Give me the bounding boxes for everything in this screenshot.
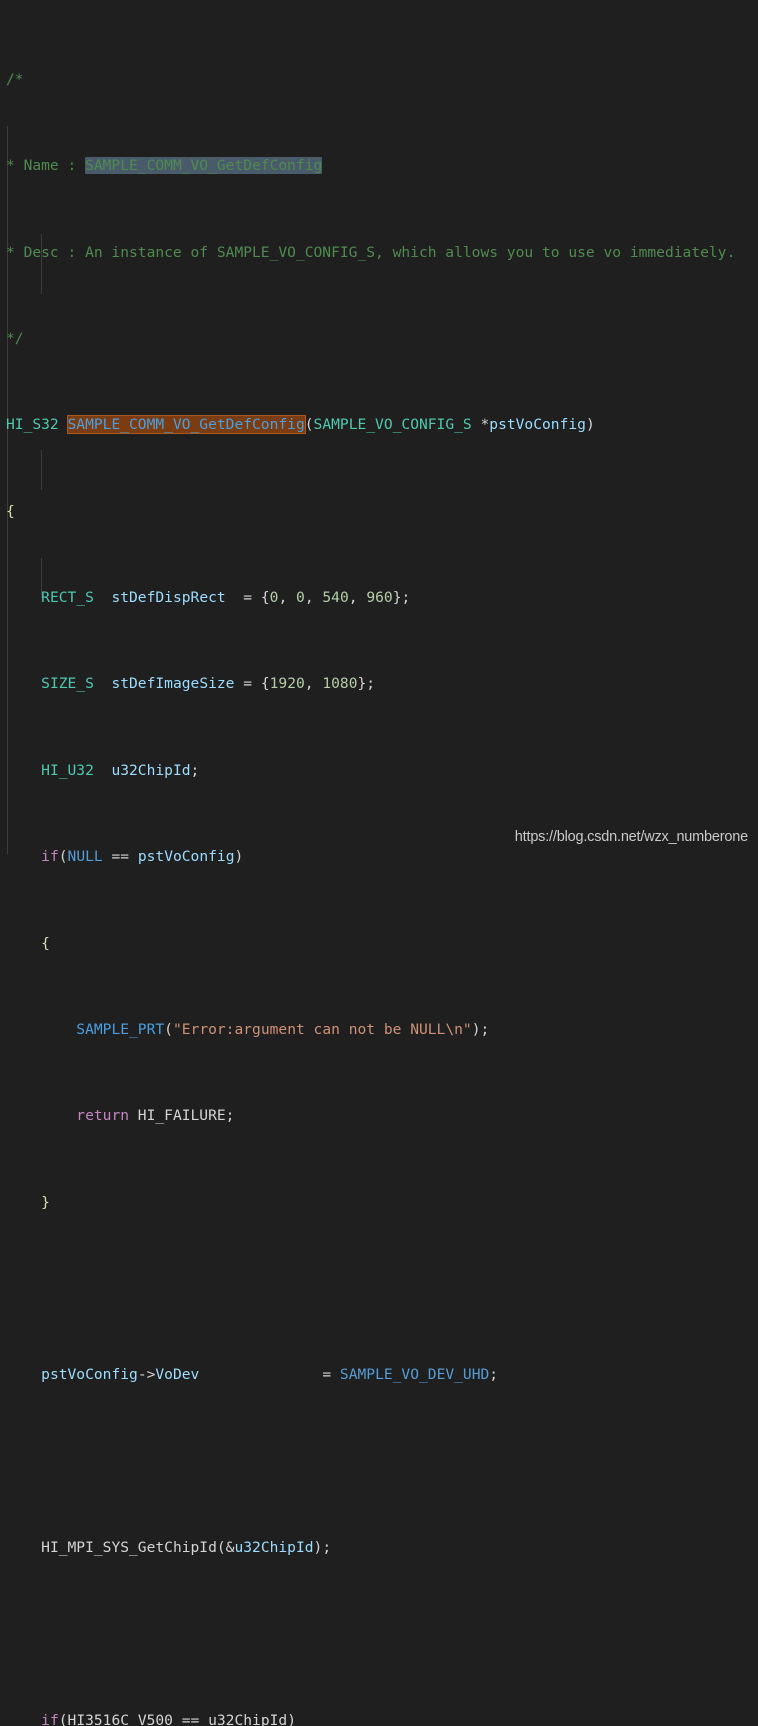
blank [6,1626,15,1643]
comment-block-open: /* [6,70,24,88]
brace-open-function: { [6,502,15,520]
comma3: , [348,589,367,607]
comma1: , [304,675,323,693]
paren-open: ( [58,1711,68,1726]
image-height: 1080 [322,675,358,693]
arg-u32chipid: u32ChipId [234,1539,314,1557]
call-sample-prt: SAMPLE_PRT [76,1020,165,1038]
assign-operator: = [322,1366,340,1384]
keyword-if: if [41,1711,59,1726]
code-line-18[interactable]: HI_MPI_SYS_GetChipId(&u32ChipId); [0,1537,758,1559]
call-get-chip-id: HI_MPI_SYS_GetChipId [41,1539,217,1557]
decl-name-stdefdisprect: stDefDispRect [111,589,226,607]
arrow-operator: -> [137,1366,156,1384]
watermark-blog-url: https://blog.csdn.net/wzx_numberone [514,829,748,845]
code-editor-surface[interactable]: /* * Name : SAMPLE_COMM_VO_GetDefConfig … [0,0,758,1726]
keyword-return: return [76,1107,130,1125]
comment-block-close: */ [6,329,24,347]
code-line-3[interactable]: * Desc : An instance of SAMPLE_VO_CONFIG… [0,242,758,264]
string-error-message: "Error:argument can not be NULL\n" [172,1020,472,1038]
assign-brace-open: = { [234,589,270,607]
paren-close: ) [287,1711,296,1726]
paren-open: ( [304,416,314,434]
code-line-1[interactable]: /* [0,69,758,91]
return-type: HI_S32 [6,416,59,434]
condition-chipid: HI3516C_V500 == u32ChipId [67,1711,288,1726]
assign-brace-open-2: = { [234,675,270,693]
comment-name-label: * Name : [6,157,86,175]
code-line-20[interactable]: if(HI3516C_V500 == u32ChipId) [0,1710,758,1726]
image-width: 1920 [269,675,305,693]
code-line-12[interactable]: SAMPLE_PRT("Error:argument can not be NU… [0,1019,758,1041]
pointer-star: * [471,416,490,434]
code-line-13[interactable]: return HI_FAILURE; [0,1105,758,1127]
code-line-10[interactable]: if(NULL == pstVoConfig) [0,846,758,868]
pad [199,1366,322,1383]
brace-close-if: } [41,1193,50,1211]
comment-desc-line: * Desc : An instance of SAMPLE_VO_CONFIG… [6,243,736,261]
function-name-highlighted[interactable]: SAMPLE_COMM_VO_GetDefConfig [66,415,306,435]
param-type: SAMPLE_VO_CONFIG_S [313,416,472,434]
code-line-4[interactable]: */ [0,328,758,350]
assign-brace-close-2: }; [357,675,376,693]
decl-type-rect: RECT_S [41,589,94,607]
paren-amp: (& [216,1539,235,1557]
rect-h: 960 [366,589,393,607]
code-line-16[interactable]: pstVoConfig->VoDev = SAMPLE_VO_DEV_UHD; [0,1364,758,1386]
code-line-17-blank[interactable] [0,1451,758,1473]
decl-type-u32: HI_U32 [41,761,94,779]
blank [6,1280,15,1297]
comma1: , [278,589,297,607]
value-sample-vo-dev-uhd: SAMPLE_VO_DEV_UHD [339,1366,490,1384]
semicolon: ; [190,761,200,779]
param-name: pstVoConfig [489,416,586,434]
blank [6,1453,15,1470]
comma2: , [304,589,323,607]
code-line-5-function-signature[interactable]: HI_S32 SAMPLE_COMM_VO_GetDefConfig(SAMPL… [0,414,758,436]
brace-open-if: { [41,934,50,952]
decl-type-size: SIZE_S [41,675,94,693]
code-line-6[interactable]: { [0,501,758,523]
semicolon: ; [489,1366,499,1384]
code-line-14[interactable]: } [0,1192,758,1214]
paren-close-semicolon: ); [313,1539,332,1557]
comment-name-value-selected[interactable]: SAMPLE_COMM_VO_GetDefConfig [85,157,323,175]
var-pstvoconfig: pstVoConfig [41,1366,138,1384]
member-vodev: VoDev [155,1366,200,1384]
code-line-9[interactable]: HI_U32 u32ChipId; [0,760,758,782]
code-content[interactable]: /* * Name : SAMPLE_COMM_VO_GetDefConfig … [0,4,758,1726]
paren-open: ( [164,1020,173,1038]
code-line-8[interactable]: SIZE_S stDefImageSize = {1920, 1080}; [0,673,758,695]
code-line-11[interactable]: { [0,933,758,955]
code-line-19-blank[interactable] [0,1624,758,1646]
decl-name-stdefimagesize: stDefImageSize [111,675,235,693]
rect-w: 540 [322,589,349,607]
code-line-15-blank[interactable] [0,1278,758,1300]
return-value-failure: HI_FAILURE; [129,1107,235,1125]
decl-name-u32chipid: u32ChipId [111,761,191,779]
code-line-7[interactable]: RECT_S stDefDispRect = {0, 0, 540, 960}; [0,587,758,609]
assign-brace-close: }; [392,589,411,607]
rect-y: 0 [296,589,305,607]
code-line-2[interactable]: * Name : SAMPLE_COMM_VO_GetDefConfig [0,155,758,177]
paren-close: ) [585,416,595,434]
paren-close-semicolon: ); [471,1020,490,1038]
